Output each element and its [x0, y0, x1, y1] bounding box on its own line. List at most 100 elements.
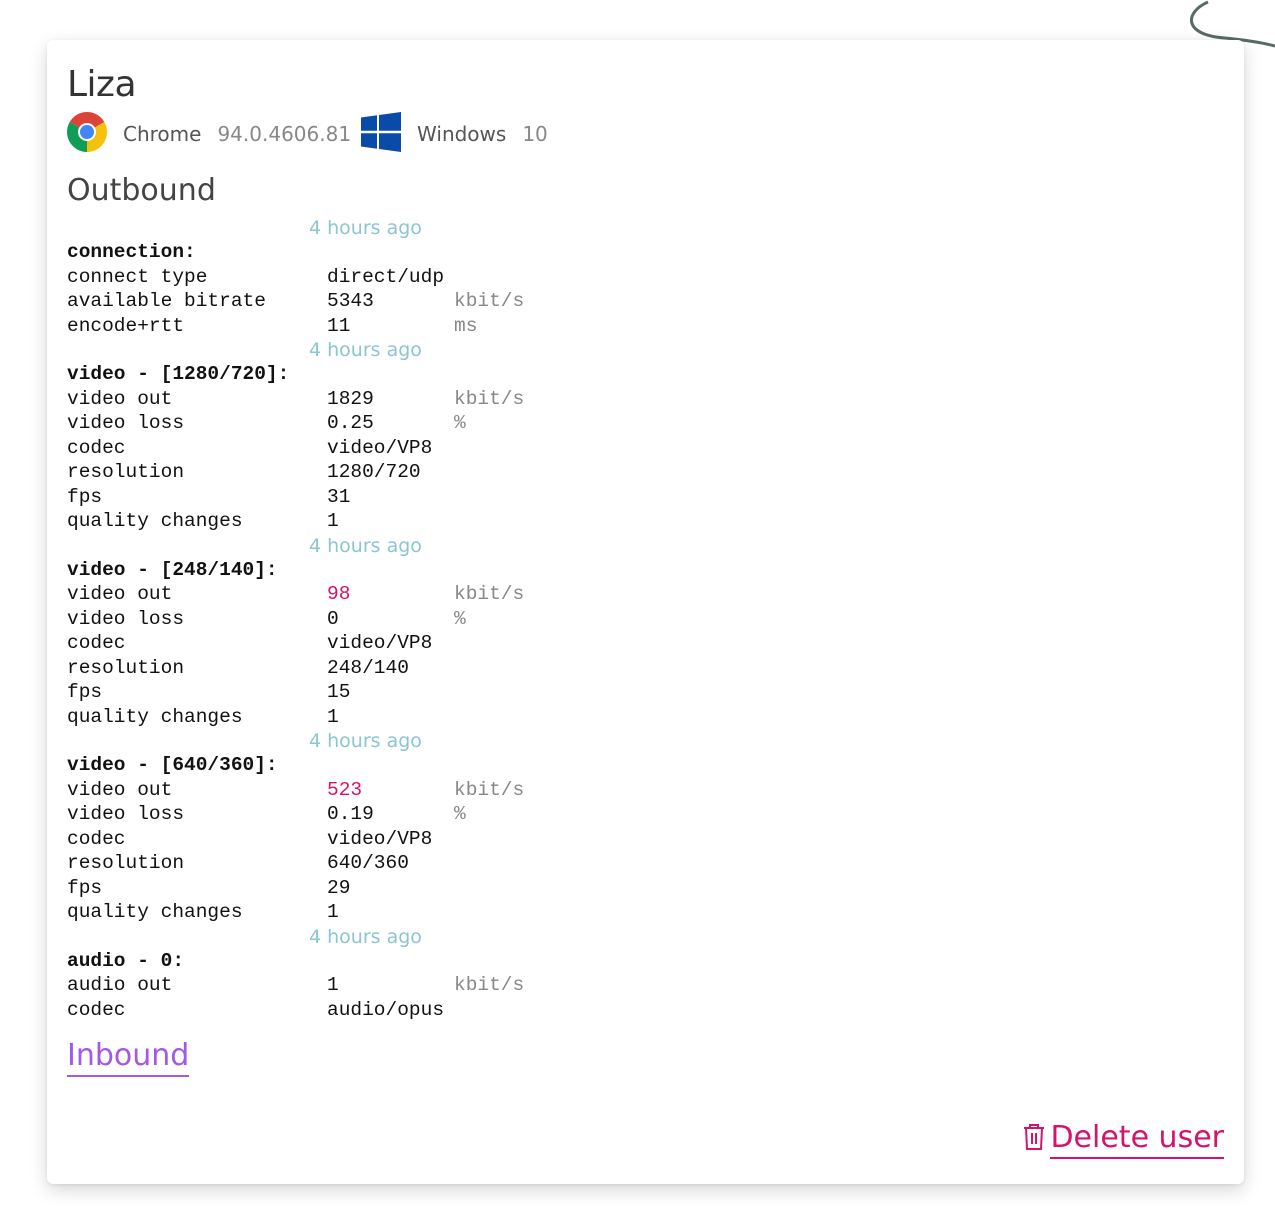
stat-row: audio out 1 kbit/s: [67, 973, 567, 998]
stat-key: video loss: [67, 803, 185, 825]
stat-key: codec: [67, 827, 126, 850]
user-name: Liza: [67, 64, 137, 105]
outbound-stats: 4 hours ago connection: connect type dire…: [67, 216, 567, 1022]
stat-row: resolution 248/140: [67, 656, 567, 681]
stat-row: resolution 640/360: [67, 851, 567, 876]
client-info: Chrome 94.0.4606.81 Windows 10: [67, 111, 548, 157]
delete-user-button[interactable]: Delete user: [1022, 1120, 1224, 1160]
stat-value: video/VP8: [327, 632, 433, 654]
section-header-label: video - [640/360]:: [67, 754, 278, 776]
stat-unit: ms: [454, 314, 478, 337]
trash-icon: [1022, 1122, 1046, 1160]
stat-row: codec audio/opus: [67, 998, 567, 1023]
stat-row: available bitrate 5343 kbit/s: [67, 289, 567, 314]
stat-key: encode+rtt: [67, 314, 185, 337]
stat-unit: %: [454, 412, 466, 434]
stat-value: 29: [327, 876, 351, 899]
stat-value: 0: [327, 607, 339, 630]
section-header-label: video - [248/140]:: [67, 558, 278, 581]
stat-value: 523: [327, 778, 363, 801]
stat-unit: %: [454, 607, 466, 630]
section-timestamp: 4 hours ago: [309, 339, 422, 361]
browser-name: Chrome: [123, 122, 202, 146]
stat-key: quality changes: [67, 510, 243, 532]
stat-row: codec video/VP8: [67, 631, 567, 656]
stat-key: resolution: [67, 852, 185, 874]
section-header: audio - 0:: [67, 949, 567, 974]
stat-value: 31: [327, 485, 351, 508]
stat-row: quality changes 1: [67, 509, 567, 534]
delete-user-label: Delete user: [1050, 1120, 1224, 1159]
stat-key: resolution: [67, 656, 185, 679]
stat-row: connect type direct/udp: [67, 265, 567, 290]
stat-unit: kbit/s: [454, 387, 525, 410]
stat-key: available bitrate: [67, 290, 266, 312]
stat-key: fps: [67, 485, 103, 508]
os-name: Windows: [417, 122, 507, 146]
stat-value: 1: [327, 901, 339, 923]
section-timestamp: 4 hours ago: [309, 534, 422, 557]
stat-unit: kbit/s: [454, 583, 525, 605]
stat-row: video loss 0.25%: [67, 411, 567, 436]
stat-row: fps 31: [67, 485, 567, 510]
stat-value: 15: [327, 681, 351, 703]
browser-version: 94.0.4606.81: [217, 122, 352, 146]
stat-row: codec video/VP8: [67, 436, 567, 461]
stat-key: video out: [67, 387, 173, 410]
stat-key: video out: [67, 778, 173, 801]
user-card: Liza Chrome 94.0.4606.81 Windows 10 Outb…: [47, 40, 1244, 1184]
stat-row: fps 29: [67, 876, 567, 901]
stat-row: quality changes 1: [67, 705, 567, 730]
stat-row: video loss 0.19%: [67, 802, 567, 827]
inbound-link[interactable]: Inbound: [67, 1038, 190, 1077]
stat-key: codec: [67, 998, 126, 1021]
stat-row: resolution 1280/720: [67, 460, 567, 485]
section-timestamp: 4 hours ago: [309, 925, 422, 948]
stat-row: video out 1829 kbit/s: [67, 387, 567, 412]
stat-key: quality changes: [67, 705, 243, 728]
stat-key: resolution: [67, 461, 185, 483]
stat-row: codec video/VP8: [67, 827, 567, 852]
stat-unit: kbit/s: [454, 290, 525, 312]
stat-key: fps: [67, 681, 103, 703]
section-header: video - [1280/720]:: [67, 362, 567, 387]
stat-key: codec: [67, 632, 126, 654]
stat-value: 1: [327, 705, 339, 728]
section-header-label: video - [1280/720]:: [67, 363, 290, 385]
stat-value: video/VP8: [327, 827, 433, 850]
stat-value: 0.19: [327, 803, 374, 825]
stat-key: codec: [67, 436, 126, 459]
stat-value: 640/360: [327, 852, 409, 874]
stat-row: video out 523 kbit/s: [67, 778, 567, 803]
stat-row: encode+rtt 11 ms: [67, 314, 567, 339]
stat-key: audio out: [67, 974, 173, 996]
stat-value: 1280/720: [327, 461, 421, 483]
section-header: video - [248/140]:: [67, 558, 567, 583]
stat-key: connect type: [67, 265, 208, 288]
section-header-label: connection:: [67, 241, 196, 263]
stat-unit: %: [454, 803, 466, 825]
stat-key: video loss: [67, 412, 185, 434]
stat-value: 1: [327, 510, 339, 532]
stat-row: fps 15: [67, 680, 567, 705]
stat-value: direct/udp: [327, 265, 445, 288]
stat-row: quality changes 1: [67, 900, 567, 925]
section-timestamp: 4 hours ago: [309, 217, 422, 239]
stat-key: fps: [67, 876, 103, 899]
outbound-title: Outbound: [67, 173, 216, 208]
stat-key: video loss: [67, 607, 185, 630]
section-header-label: audio - 0:: [67, 949, 185, 972]
windows-icon: [361, 111, 402, 157]
section-timestamp: 4 hours ago: [309, 730, 422, 752]
os-version: 10: [522, 122, 548, 146]
stat-row: video loss 0%: [67, 607, 567, 632]
stat-value: 1829: [327, 387, 374, 410]
stat-value: 1: [327, 974, 339, 996]
stat-value: video/VP8: [327, 436, 433, 459]
stat-value: 98: [327, 583, 351, 605]
stat-key: quality changes: [67, 901, 243, 923]
stat-value: 0.25: [327, 412, 374, 434]
stat-value: audio/opus: [327, 998, 445, 1021]
stat-key: video out: [67, 583, 173, 605]
stat-value: 11: [327, 314, 351, 337]
